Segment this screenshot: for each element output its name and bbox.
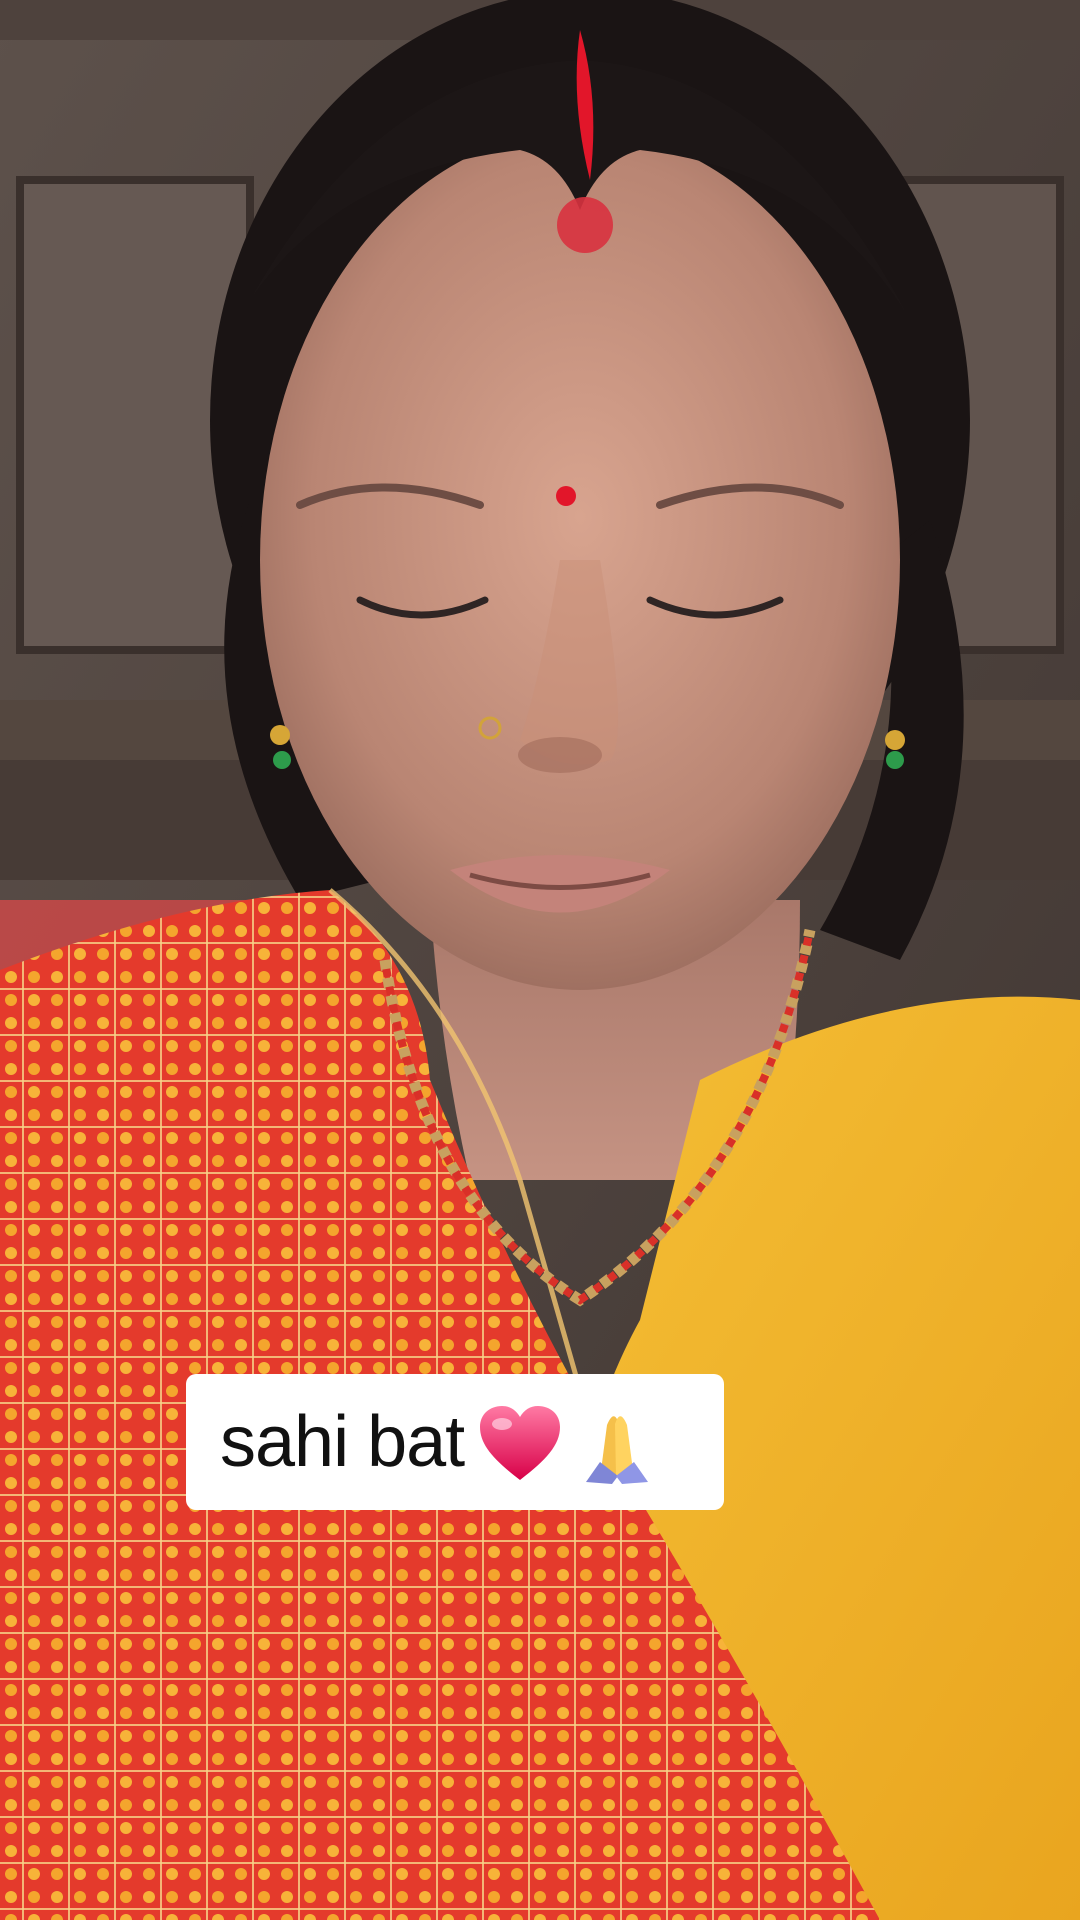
heart-icon — [474, 1400, 566, 1484]
video-frame — [0, 0, 1080, 1920]
folded-hands-icon — [576, 1400, 658, 1484]
bindi — [556, 486, 576, 506]
caption-box: sahi bat — [186, 1374, 724, 1510]
video-still — [0, 0, 1080, 1920]
caption-text: sahi bat — [220, 1402, 465, 1482]
